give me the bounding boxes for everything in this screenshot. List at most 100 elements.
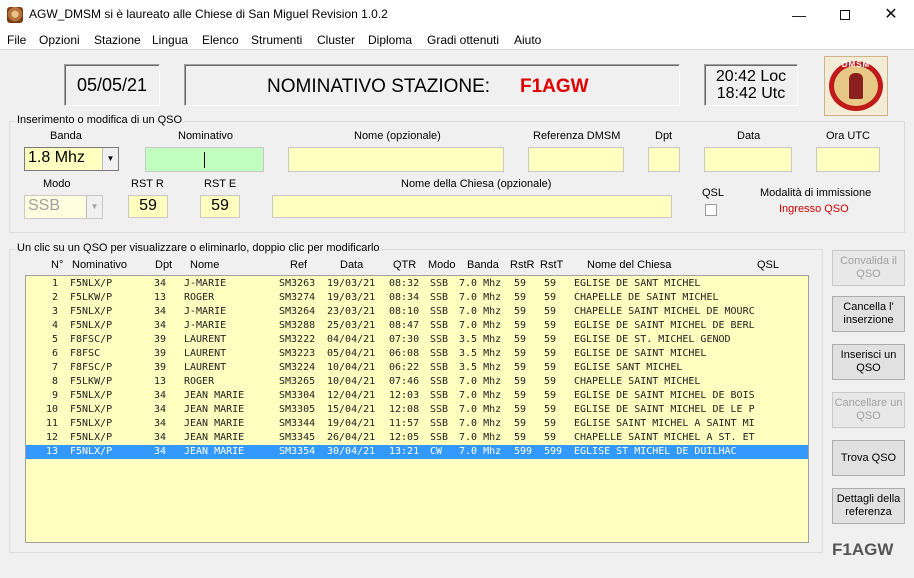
cell-nome: LAURENT xyxy=(184,362,227,373)
cell-ref: SM3288 xyxy=(279,320,316,331)
qso-row[interactable]: 1 F5NLX/P 34 J-MARIE SM3263 19/03/21 08:32 SSB 7… xyxy=(26,277,808,291)
menu-cluster[interactable]: Cluster xyxy=(317,33,355,47)
cancella-inserzione-button[interactable]: Cancella l' inserzione xyxy=(832,296,905,332)
col-header-qtr: QTR xyxy=(393,259,417,271)
logo-text: DMSM xyxy=(841,60,871,69)
cell-data: 30/04/21 xyxy=(327,446,376,457)
cell-nominativo: F5NLX/P xyxy=(70,404,113,415)
close-button[interactable]: ✕ xyxy=(868,0,914,30)
cell-modo: SSB xyxy=(430,376,449,387)
cancellare-qso-button[interactable]: Cancellare un QSO xyxy=(832,392,905,428)
minimize-button[interactable]: — xyxy=(776,0,822,30)
cell-rstr: 59 xyxy=(514,418,527,429)
ora-input[interactable] xyxy=(816,147,880,172)
menu-opzioni[interactable]: Opzioni xyxy=(39,33,80,47)
nominativo-input[interactable] xyxy=(145,147,264,172)
menu-stazione[interactable]: Stazione xyxy=(94,33,141,47)
qso-row[interactable]: 5 F8FSC/P 39 LAURENT SM3222 04/04/21 07:30 SSB 3… xyxy=(26,333,808,347)
dettagli-referenza-button[interactable]: Dettagli della referenza xyxy=(832,488,905,524)
referenza-input[interactable] xyxy=(528,147,624,172)
cell-chiesa: EGLISE ST MICHEL DE DUILHAC xyxy=(574,446,737,457)
col-header-dpt: Dpt xyxy=(155,259,173,271)
banda-select[interactable]: 1.8 Mhz ▼ xyxy=(24,147,119,171)
cell-modo: SSB xyxy=(430,278,449,289)
menu-aiuto[interactable]: Aiuto xyxy=(514,33,541,47)
cell-nome: LAURENT xyxy=(184,334,227,345)
cell-ref: SM3354 xyxy=(279,446,316,457)
qso-row[interactable]: 4 F5NLX/P 34 J-MARIE SM3288 25/03/21 08:47 SSB 7… xyxy=(26,319,808,333)
cell-modo: SSB xyxy=(430,306,449,317)
qsl-checkbox[interactable] xyxy=(705,204,717,216)
banda-value: 1.8 Mhz xyxy=(28,149,85,166)
cell-dpt: 34 xyxy=(154,320,167,331)
cell-rstr: 59 xyxy=(514,432,527,443)
menu-strumenti[interactable]: Strumenti xyxy=(251,33,302,47)
dpt-input[interactable] xyxy=(648,147,680,172)
cell-modo: SSB xyxy=(430,348,449,359)
brand-callsign: F1AGW xyxy=(832,540,894,559)
menu-file[interactable]: File xyxy=(7,33,26,47)
qso-row[interactable]: 6 F8FSC 39 LAURENT SM3223 05/04/21 06:08 SSB 3.5… xyxy=(26,347,808,361)
cell-banda: 7.0 Mhz xyxy=(459,376,502,387)
modo-select[interactable]: SSB ▼ xyxy=(24,195,103,219)
cell-rstr: 59 xyxy=(514,348,527,359)
cell-chiesa: EGLISE DE ST. MICHEL GENOD xyxy=(574,334,731,345)
trova-qso-button[interactable]: Trova QSO xyxy=(832,440,905,476)
cell-dpt: 34 xyxy=(154,278,167,289)
menu-lingua[interactable]: Lingua xyxy=(152,33,188,47)
cell-banda: 7.0 Mhz xyxy=(459,446,502,457)
cell-ref: SM3344 xyxy=(279,418,316,429)
chevron-down-icon[interactable]: ▼ xyxy=(86,196,102,218)
cell-banda: 3.5 Mhz xyxy=(459,348,502,359)
col-header-nome: Nome xyxy=(190,259,220,271)
col-header-modo: Modo xyxy=(428,259,456,271)
cell-chiesa: EGLISE DE SAINT MICHEL DE BOIS xyxy=(574,390,755,401)
cell-qtr: 12:03 xyxy=(389,390,420,401)
cell-rstt: 59 xyxy=(544,320,557,331)
cell-n: 3 xyxy=(51,306,58,317)
cell-rstr: 59 xyxy=(514,278,527,289)
qso-row[interactable]: 10 F5NLX/P 34 JEAN MARIE SM3305 15/04/21 12:08… xyxy=(26,403,808,417)
qso-row[interactable]: 8 F5LKW/P 13 ROGER SM3265 10/04/21 07:46 SSB 7.0… xyxy=(26,375,808,389)
chevron-down-icon[interactable]: ▼ xyxy=(102,148,118,170)
qso-row[interactable]: 3 F5NLX/P 34 J-MARIE SM3264 23/03/21 08:10 SSB 7… xyxy=(26,305,808,319)
qso-row[interactable]: 12 F5NLX/P 34 JEAN MARIE SM3345 26/04/21 12:05… xyxy=(26,431,808,445)
rst-r-input[interactable]: 59 xyxy=(128,195,168,218)
cell-n: 9 xyxy=(51,390,58,401)
cell-n: 1 xyxy=(51,278,58,289)
menu-bar: File Opzioni Stazione Lingua Elenco Stru… xyxy=(0,30,914,50)
cell-qtr: 06:22 xyxy=(389,362,420,373)
cell-rstr: 59 xyxy=(514,404,527,415)
modalita-label: Modalità di immissione xyxy=(760,187,872,199)
cell-modo: SSB xyxy=(430,320,449,331)
chiesa-input[interactable] xyxy=(272,195,672,218)
menu-gradi-ottenuti[interactable]: Gradi ottenuti xyxy=(427,33,499,47)
cell-banda: 7.0 Mhz xyxy=(459,292,502,303)
convalida-qso-button[interactable]: Convalida il QSO xyxy=(832,250,905,286)
nome-input[interactable] xyxy=(288,147,504,172)
menu-elenco[interactable]: Elenco xyxy=(202,33,239,47)
rst-e-input[interactable]: 59 xyxy=(200,195,240,218)
cell-dpt: 13 xyxy=(154,292,167,303)
col-header-data: Data xyxy=(340,259,364,271)
qso-row[interactable]: 7 F8FSC/P 39 LAURENT SM3224 10/04/21 06:22 SSB 3… xyxy=(26,361,808,375)
cell-n: 12 xyxy=(46,432,59,443)
cell-nome: J-MARIE xyxy=(184,278,227,289)
data-input[interactable] xyxy=(704,147,792,172)
cell-rstr: 59 xyxy=(514,320,527,331)
cell-modo: SSB xyxy=(430,292,449,303)
cell-rstt: 59 xyxy=(544,404,557,415)
inserisci-qso-button[interactable]: Inserisci un QSO xyxy=(832,344,905,380)
cell-rstt: 59 xyxy=(544,334,557,345)
qso-row[interactable]: 9 F5NLX/P 34 JEAN MARIE SM3304 12/04/21 12:03 S… xyxy=(26,389,808,403)
qso-row[interactable]: 11 F5NLX/P 34 JEAN MARIE SM3344 19/04/21 11:57… xyxy=(26,417,808,431)
qso-list[interactable]: 1 F5NLX/P 34 J-MARIE SM3263 19/03/21 08:32 SSB 7… xyxy=(25,275,809,543)
cell-banda: 7.0 Mhz xyxy=(459,390,502,401)
qso-row[interactable]: 13 F5NLX/P 34 JEAN MARIE SM3354 30/04/21 13:21… xyxy=(26,445,808,459)
menu-diploma[interactable]: Diploma xyxy=(368,33,412,47)
cell-rstr: 599 xyxy=(514,446,533,457)
maximize-button[interactable] xyxy=(822,0,868,30)
cell-qtr: 06:08 xyxy=(389,348,420,359)
cell-n: 11 xyxy=(46,418,59,429)
qso-row[interactable]: 2 F5LKW/P 13 ROGER SM3274 19/03/21 08:34 SSB 7.0… xyxy=(26,291,808,305)
